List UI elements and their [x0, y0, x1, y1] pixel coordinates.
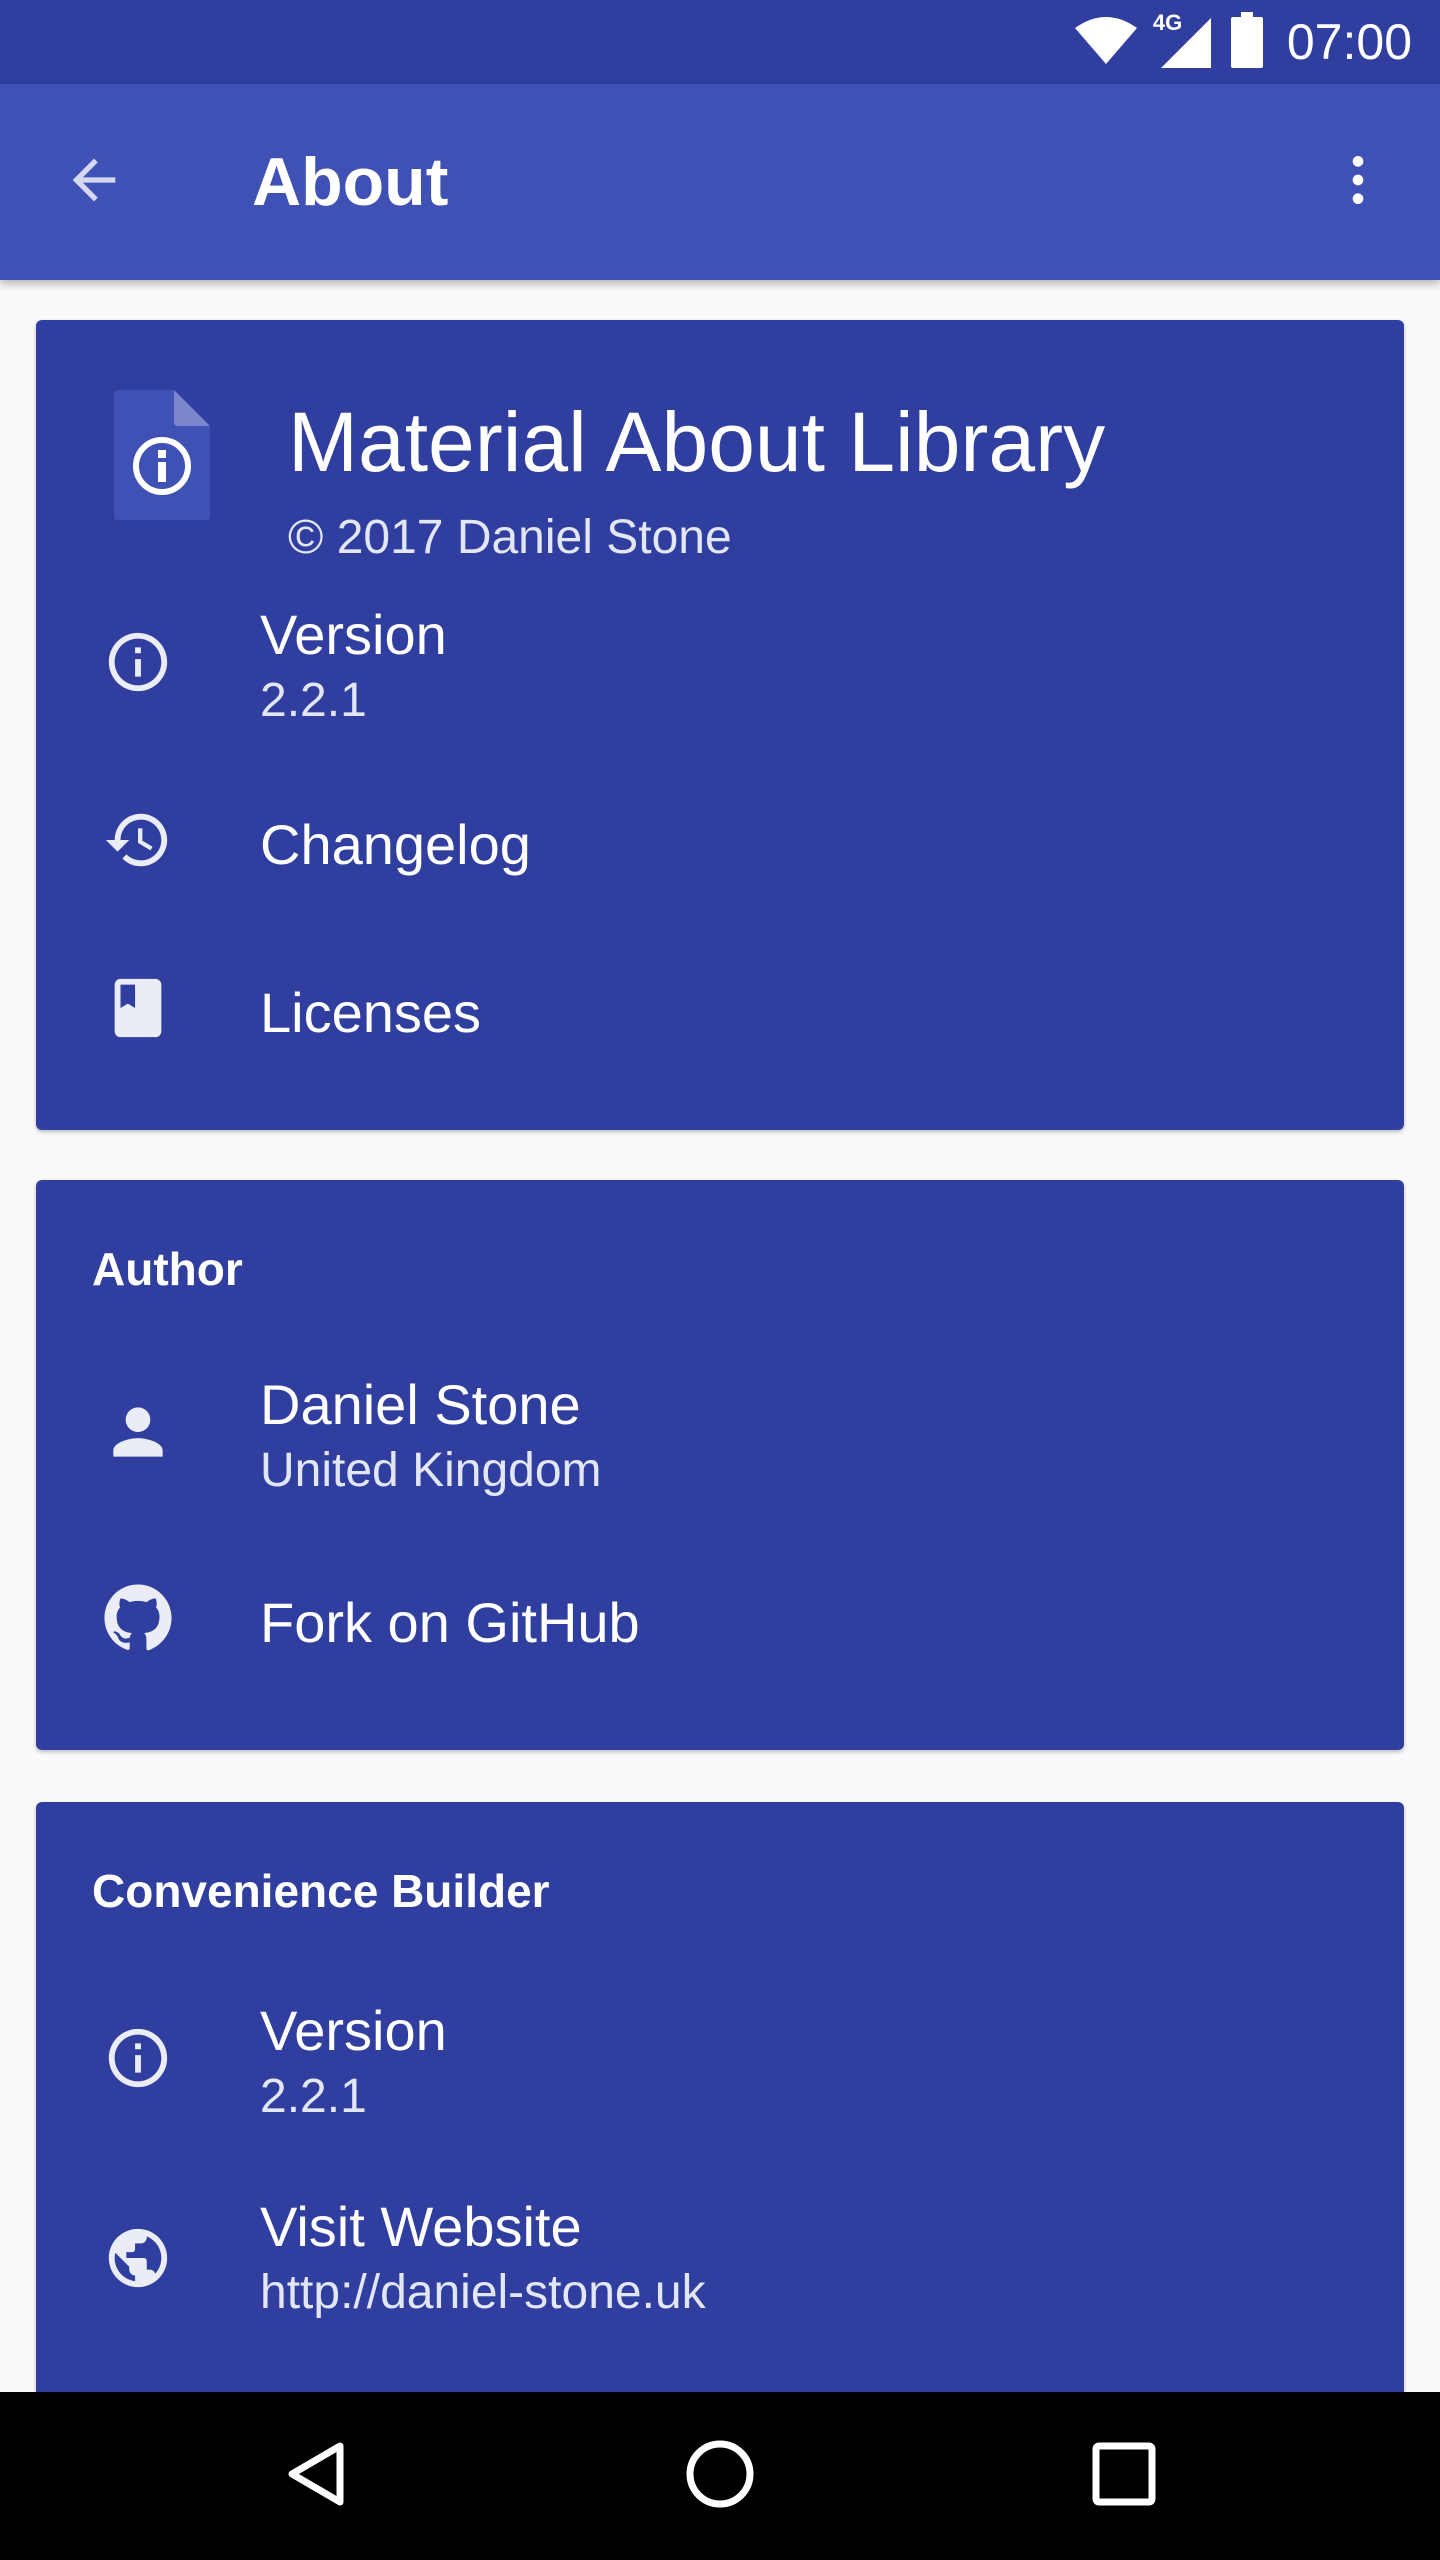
status-bar: 4G 07:00: [0, 0, 1440, 84]
app-logo-icon: [112, 388, 212, 527]
book-icon: [96, 966, 180, 1050]
author-name: Daniel Stone: [260, 1373, 581, 1436]
builder-version-item[interactable]: Version 2.2.1: [36, 1968, 1404, 2148]
app-copyright: © 2017 Daniel Stone: [288, 511, 732, 564]
back-triangle-icon: [280, 2438, 352, 2515]
version-title: Version: [260, 603, 447, 666]
overflow-menu-button[interactable]: [1314, 138, 1402, 226]
changelog-title: Changelog: [260, 813, 531, 876]
author-card: Author Daniel Stone United Kingdom Fork …: [36, 1180, 1404, 1750]
home-circle-icon: [684, 2438, 756, 2515]
app-header: Material About Library © 2017 Daniel Sto…: [36, 320, 1404, 570]
github-icon: [96, 1576, 180, 1660]
page-title: About: [252, 144, 449, 220]
person-icon: [96, 1390, 180, 1474]
app-name: Material About Library: [288, 395, 1106, 489]
app-bar: About: [0, 84, 1440, 280]
history-icon: [96, 798, 180, 882]
recents-square-icon: [1091, 2441, 1157, 2512]
nav-recents-button[interactable]: [1068, 2420, 1180, 2532]
builder-card-title: Convenience Builder: [92, 1865, 550, 1917]
back-arrow-icon: [62, 148, 126, 217]
builder-version-title: Version: [260, 1999, 447, 2062]
status-icons: 4G 07:00: [1073, 0, 1412, 84]
website-url: http://daniel-stone.uk: [260, 2266, 706, 2319]
info-icon: [96, 2016, 180, 2100]
author-name-item[interactable]: Daniel Stone United Kingdom: [36, 1342, 1404, 1522]
fork-github-title: Fork on GitHub: [260, 1591, 640, 1654]
version-item[interactable]: Version 2.2.1: [36, 582, 1404, 742]
licenses-title: Licenses: [260, 981, 482, 1044]
about-content[interactable]: Material About Library © 2017 Daniel Sto…: [0, 280, 1440, 2392]
info-icon: [96, 620, 180, 704]
navigation-bar: [0, 2392, 1440, 2560]
status-time: 07:00: [1286, 14, 1412, 70]
author-location: United Kingdom: [260, 1444, 602, 1497]
visit-website-title: Visit Website: [260, 2195, 582, 2258]
changelog-item[interactable]: Changelog: [36, 770, 1404, 920]
fork-github-item[interactable]: Fork on GitHub: [36, 1548, 1404, 1698]
visit-website-item[interactable]: Visit Website http://daniel-stone.uk: [36, 2164, 1404, 2354]
cell-signal-icon: 4G: [1153, 10, 1217, 70]
nav-back-button[interactable]: [260, 2420, 372, 2532]
back-button[interactable]: [50, 138, 138, 226]
more-vert-icon: [1326, 148, 1390, 217]
globe-icon: [96, 2216, 180, 2300]
wifi-icon: [1073, 14, 1139, 71]
convenience-builder-card: Convenience Builder Version 2.2.1 Visit …: [36, 1802, 1404, 2392]
nav-home-button[interactable]: [664, 2420, 776, 2532]
app-info-card: Material About Library © 2017 Daniel Sto…: [36, 320, 1404, 1130]
licenses-item[interactable]: Licenses: [36, 938, 1404, 1088]
battery-icon: [1230, 11, 1263, 73]
version-value: 2.2.1: [260, 674, 367, 727]
author-card-title: Author: [92, 1243, 243, 1295]
builder-version-value: 2.2.1: [260, 2070, 367, 2123]
